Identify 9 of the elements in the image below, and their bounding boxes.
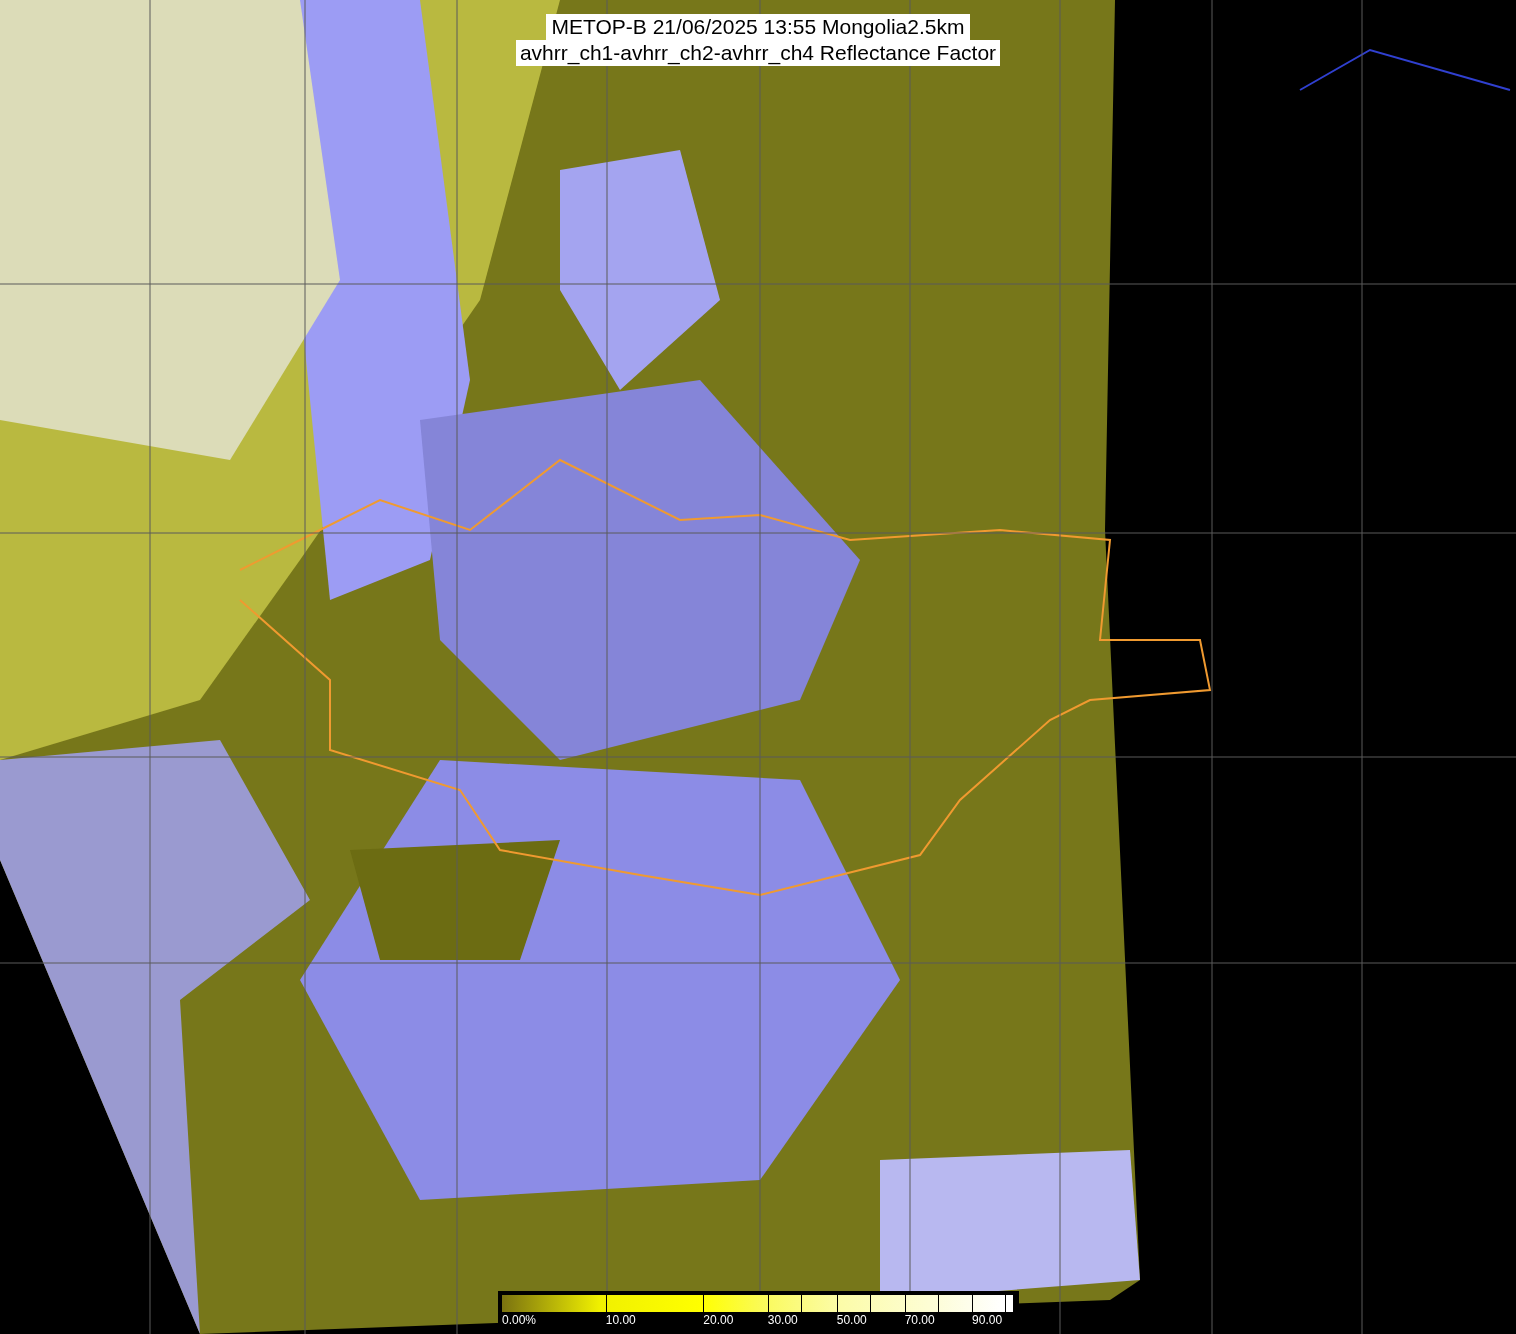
scale-label: 0.00%: [502, 1313, 537, 1327]
scale-label: 50.00: [836, 1313, 867, 1327]
scale-label: 20.00: [703, 1313, 734, 1327]
scale-label: 30.00: [767, 1313, 798, 1327]
scale-label: 10.00: [605, 1313, 636, 1327]
image-title: METOP-B 21/06/2025 13:55 Mongolia2.5km: [545, 14, 971, 40]
scale-label: 70.00: [904, 1313, 935, 1327]
image-subtitle: avhrr_ch1-avhrr_ch2-avhrr_ch4 Reflectance Factor: [515, 40, 1001, 66]
scale-label: 90.00: [972, 1313, 1003, 1327]
